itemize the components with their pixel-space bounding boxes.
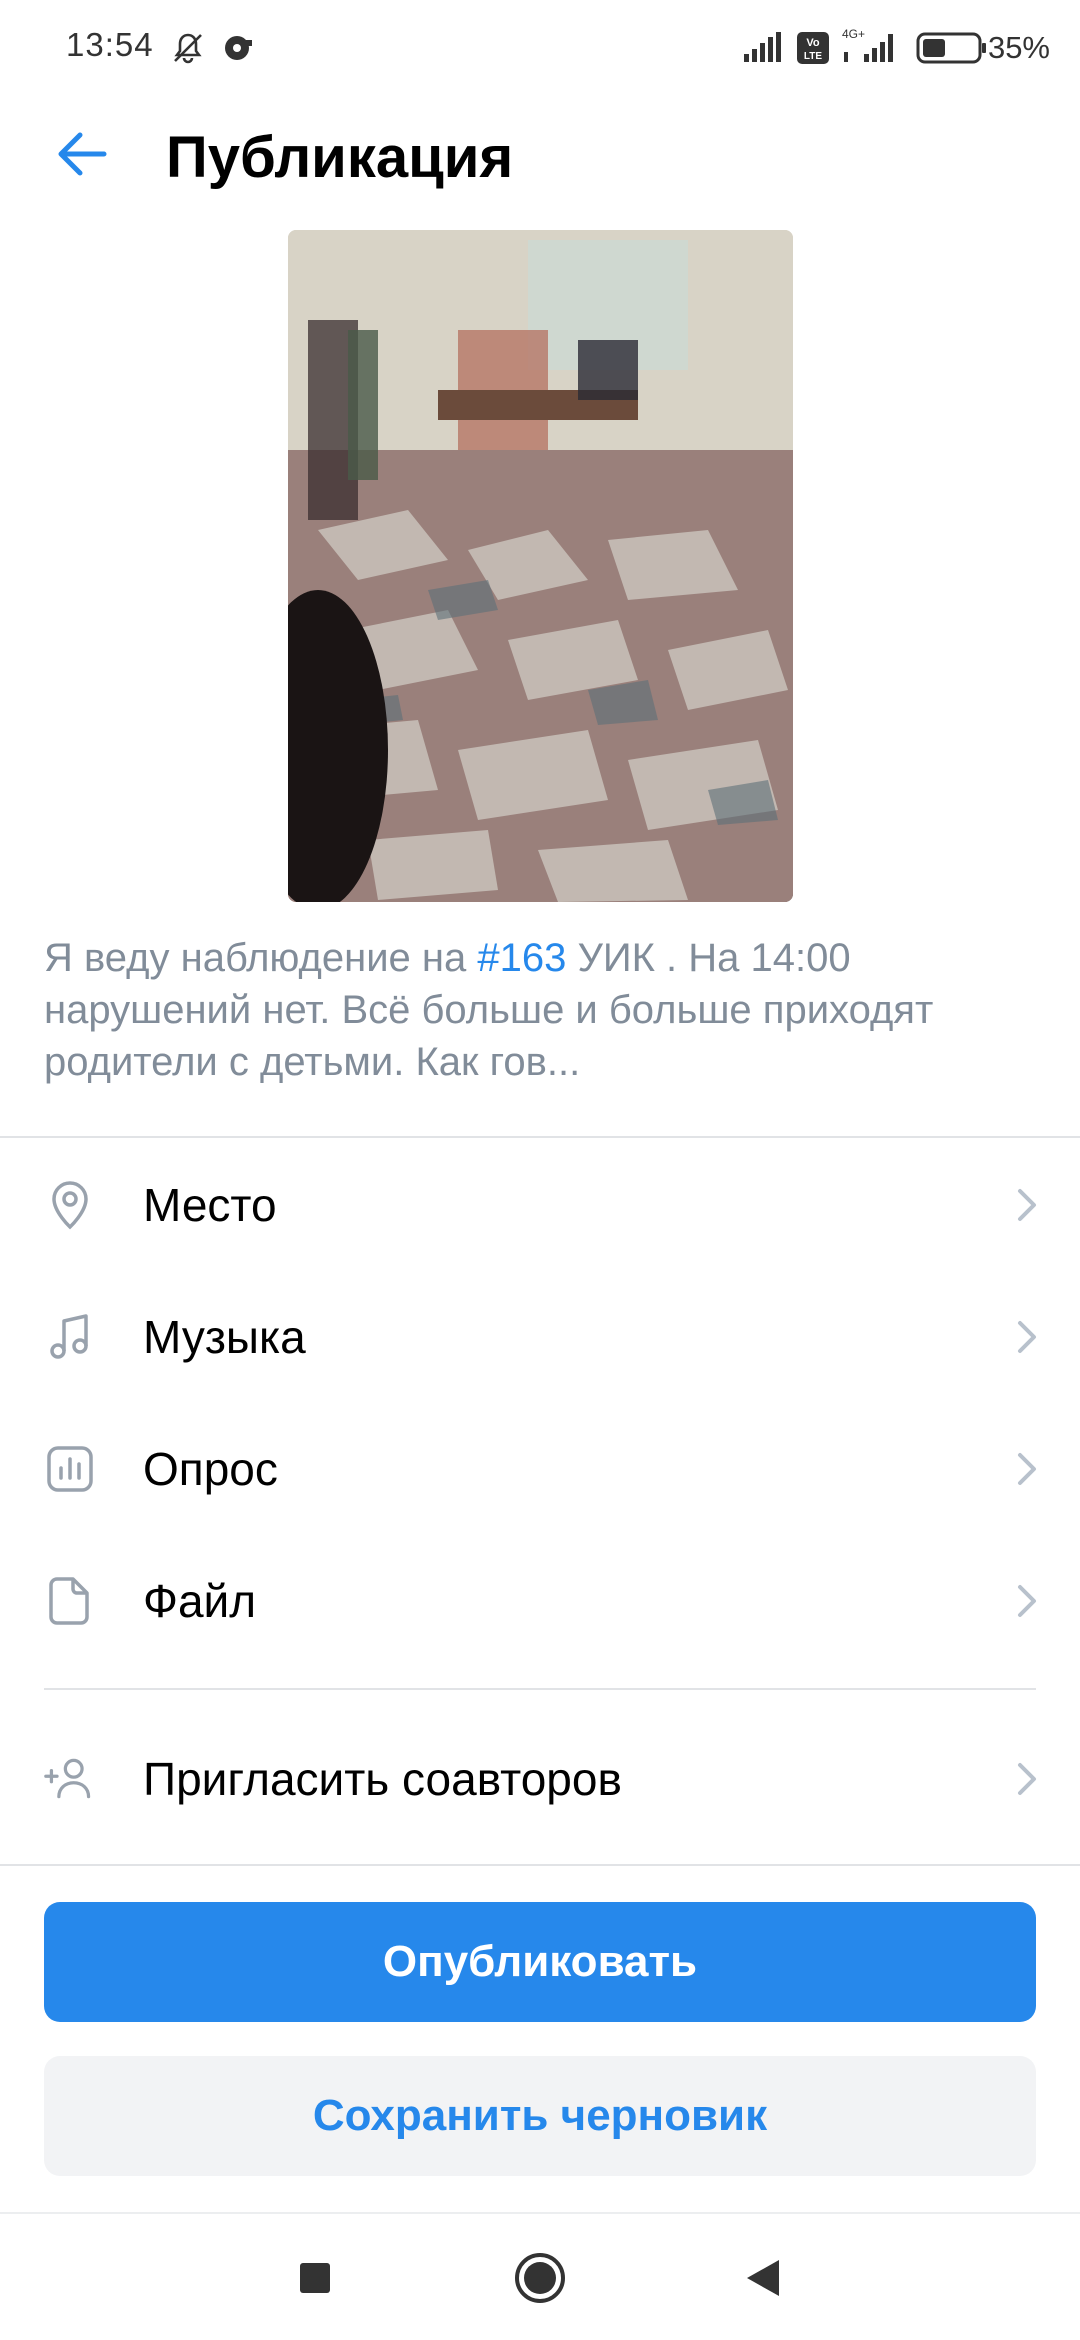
menu-item-poll[interactable]: Опрос — [0, 1404, 1080, 1534]
battery-icon — [916, 30, 988, 71]
menu-label: Пригласить соавторов — [143, 1753, 622, 1805]
back-button[interactable] — [52, 124, 112, 184]
menu-label: Опрос — [143, 1443, 278, 1495]
post-text-prefix: Я веду наблюдение на — [44, 936, 478, 980]
volte-icon: Vo LTE — [796, 30, 830, 71]
menu-item-file[interactable]: Файл — [0, 1536, 1080, 1666]
divider — [44, 1688, 1036, 1690]
poll-icon — [44, 1443, 96, 1495]
menu-item-invite-coauthors[interactable]: Пригласить соавторов — [0, 1714, 1080, 1844]
menu-label: Файл — [143, 1575, 257, 1627]
add-person-icon — [44, 1753, 96, 1805]
svg-text:4G+: 4G+ — [842, 27, 865, 41]
menu-item-place[interactable]: Место — [0, 1140, 1080, 1270]
menu-label: Место — [143, 1179, 277, 1231]
chevron-right-icon — [1012, 1185, 1042, 1225]
system-nav-bar — [0, 2212, 1080, 2340]
status-time: 13:54 — [66, 26, 154, 63]
page-title: Публикация — [166, 125, 514, 190]
status-bar: 13:54 Vo LTE 4G+ 35% — [0, 0, 1080, 96]
square-icon — [300, 2263, 330, 2293]
chevron-right-icon — [1012, 1317, 1042, 1357]
svg-text:LTE: LTE — [804, 51, 822, 62]
home-button[interactable] — [510, 2248, 570, 2308]
bell-muted-icon — [170, 30, 206, 71]
file-icon — [44, 1575, 96, 1627]
publish-button[interactable]: Опубликовать — [44, 1902, 1036, 2022]
divider — [0, 1864, 1080, 1866]
location-pin-icon — [44, 1179, 96, 1231]
post-hashtag[interactable]: #163 — [477, 936, 566, 980]
vpn-icon — [220, 30, 256, 71]
header: Публикация — [0, 110, 1080, 200]
recent-apps-button[interactable] — [285, 2248, 345, 2308]
divider — [0, 1136, 1080, 1138]
signal-icon — [742, 30, 784, 71]
post-text[interactable]: Я веду наблюдение на #163 УИК . На 14:00… — [44, 932, 1044, 1088]
chevron-right-icon — [1012, 1581, 1042, 1621]
menu-item-music[interactable]: Музыка — [0, 1272, 1080, 1402]
svg-text:Vo: Vo — [806, 37, 820, 49]
music-note-icon — [44, 1311, 96, 1363]
signal-4g-icon: 4G+ — [842, 26, 902, 71]
post-photo[interactable] — [288, 230, 793, 902]
save-draft-button[interactable]: Сохранить черновик — [44, 2056, 1036, 2176]
arrow-left-icon — [58, 132, 107, 176]
triangle-back-icon — [747, 2260, 779, 2296]
chevron-right-icon — [1012, 1759, 1042, 1799]
back-nav-button[interactable] — [733, 2248, 793, 2308]
circle-icon — [515, 2253, 565, 2303]
battery-percent: 35% — [987, 30, 1050, 65]
menu-label: Музыка — [143, 1311, 306, 1363]
chevron-right-icon — [1012, 1449, 1042, 1489]
